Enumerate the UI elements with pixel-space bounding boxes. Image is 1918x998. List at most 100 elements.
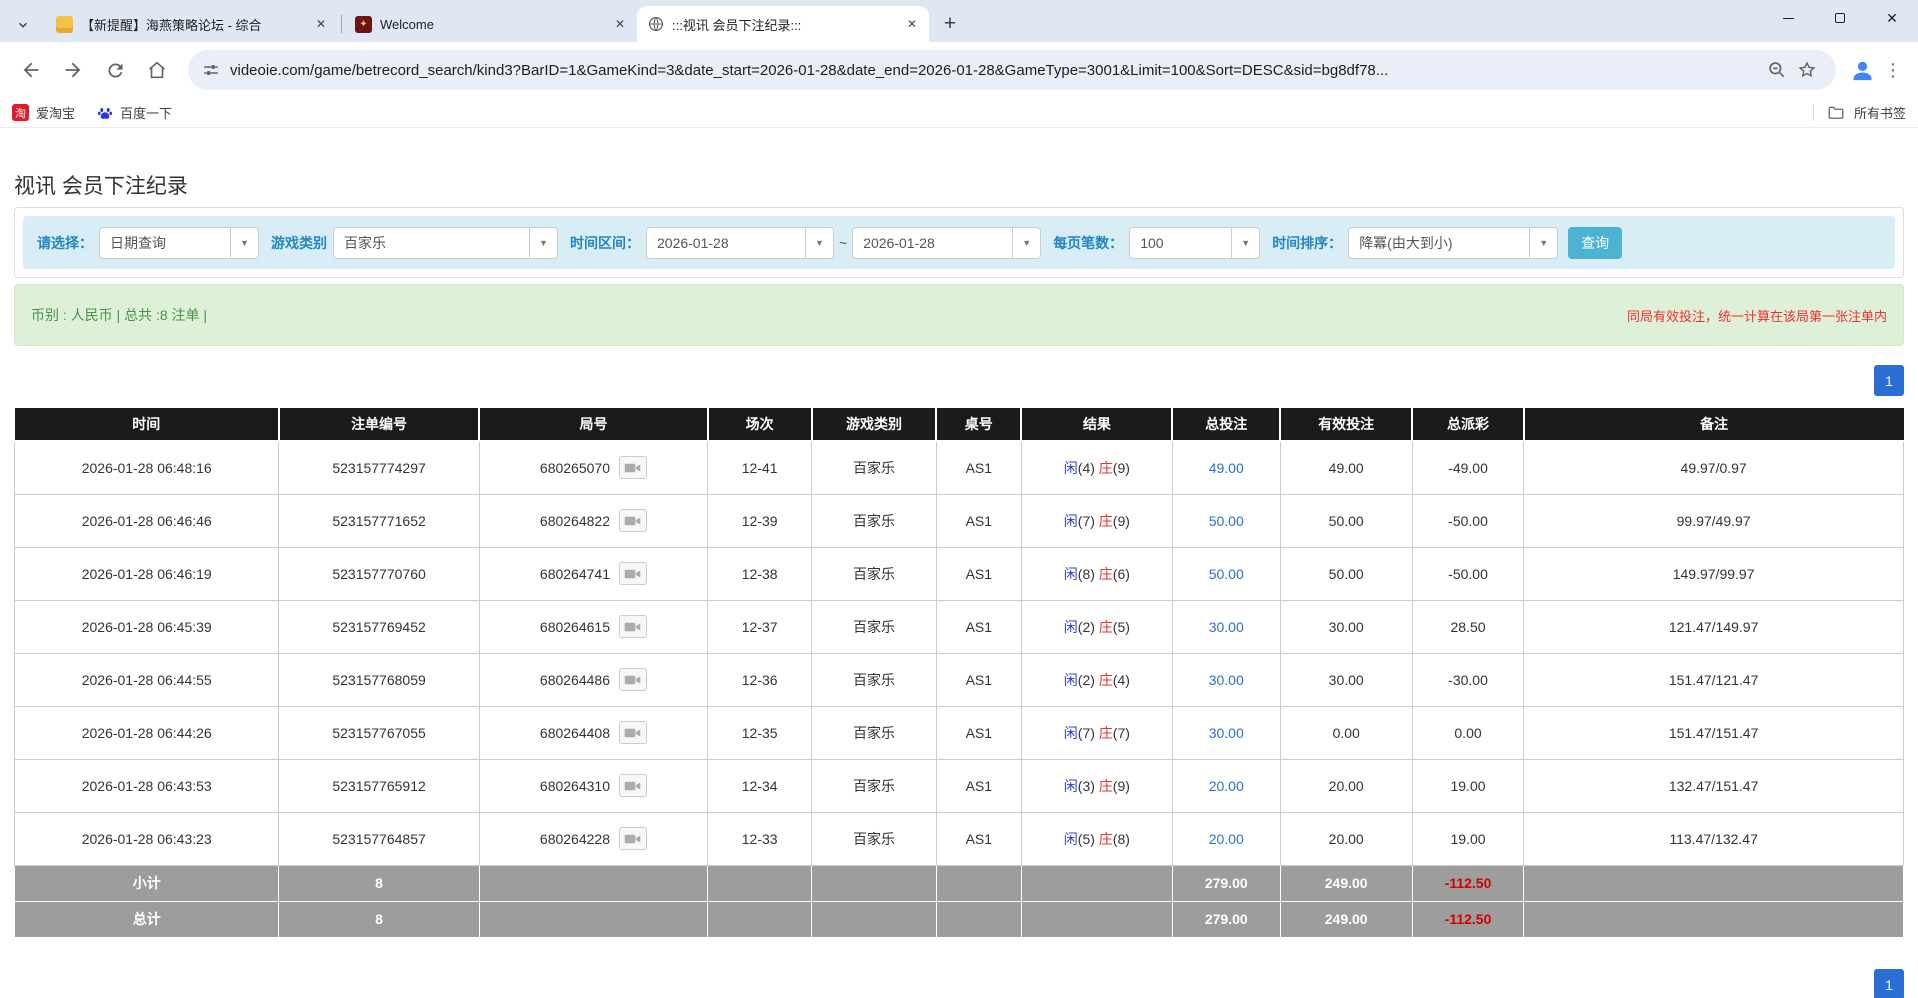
close-icon: ✕ [1886,9,1898,26]
bookmark-item[interactable]: 百度一下 [97,103,172,122]
per-page-select[interactable]: 100 ▼ [1129,226,1261,259]
query-type-select[interactable]: 日期查询 ▼ [99,226,259,259]
url-text[interactable]: videoie.com/game/betrecord_search/kind3?… [230,62,1752,79]
player-result: 闲 [1063,618,1078,635]
table-row: 2026-01-28 06:43:53 523157765912 680264310… [13,758,1904,813]
chevron-down-icon[interactable]: ▼ [805,227,833,258]
table-number-cell: AS1 [935,440,1022,495]
tab-close-icon[interactable]: ✕ [312,15,330,33]
session-cell: 12-41 [707,440,813,495]
site-settings-icon[interactable] [202,61,220,79]
sort-select[interactable]: 降冪(由大到小) ▼ [1348,226,1559,259]
game-type-cell: 百家乐 [811,440,937,495]
view-video-button[interactable] [618,668,647,691]
summary-total-bet-cell: 279.00 [1171,900,1281,938]
page-1-button[interactable]: 1 [1874,969,1904,998]
home-button[interactable] [136,49,178,91]
summary-label-cell: 小计 [13,864,280,902]
page-1-button[interactable]: 1 [1874,365,1904,396]
table-number-cell: AS1 [935,493,1022,548]
view-video-button[interactable] [618,456,647,480]
view-video-button[interactable] [618,774,647,797]
view-video-button[interactable] [618,562,647,585]
tab-close-icon[interactable]: ✕ [611,15,629,33]
valid-bet-cell: 0.00 [1279,705,1413,760]
bookmark-item[interactable]: 淘爱淘宝 [12,103,75,122]
total-bet-amount[interactable]: 30.00 [1209,672,1244,688]
game-type-select[interactable]: 百家乐 ▼ [333,226,558,259]
browser-menu-button[interactable]: ⋮ [1878,60,1908,81]
total-bet-amount[interactable]: 30.00 [1209,725,1244,741]
chevron-down-icon[interactable]: ▼ [1529,227,1557,258]
tab-title: :::视讯 会员下注纪录::: [672,17,802,33]
total-bet-amount[interactable]: 50.00 [1209,513,1244,529]
chevron-down-icon[interactable]: ▼ [529,227,557,258]
search-button[interactable]: 查询 [1568,226,1623,259]
game-type-label: 游戏类别 [271,234,327,251]
valid-bet-cell: 50.00 [1279,546,1413,601]
total-bet-amount[interactable]: 20.00 [1209,831,1244,847]
summary-label-cell: 总计 [13,900,280,938]
browser-tab[interactable]: 【新提醒】海燕策略论坛 - 综合 ✕ [46,6,338,42]
total-bet-amount[interactable]: 30.00 [1209,619,1244,635]
video-camera-icon [625,516,641,525]
column-header: 时间 [14,408,279,442]
chevron-down-icon[interactable]: ▼ [1012,227,1040,258]
empty-cell [935,900,1022,938]
round-number: 680265070 [539,459,610,476]
all-bookmarks-button[interactable]: 所有书签 [1812,103,1906,122]
date-start-select[interactable]: 2026-01-28 ▼ [646,226,834,259]
video-camera-icon [625,675,641,684]
maximize-button[interactable] [1814,0,1866,36]
minimize-button[interactable] [1762,0,1814,36]
time-cell: 2026-01-28 06:46:46 [13,493,280,548]
game-type-cell: 百家乐 [811,811,937,866]
summary-payout-cell: -112.50 [1411,864,1525,902]
new-tab-button[interactable]: + [935,9,965,39]
column-header: 游戏类别 [810,408,937,442]
address-bar[interactable]: videoie.com/game/betrecord_search/kind3?… [188,50,1836,90]
total-bet-amount[interactable]: 50.00 [1209,566,1244,582]
total-bet-cell: 20.00 [1171,811,1281,866]
chevron-down-icon[interactable]: ▼ [1231,227,1259,258]
profile-avatar-button[interactable] [1846,54,1878,86]
total-bet-amount[interactable]: 20.00 [1209,778,1244,794]
total-bet-amount[interactable]: 49.00 [1209,460,1244,476]
payout-cell: -49.00 [1411,440,1525,495]
tab-search-button[interactable] [0,8,46,42]
view-video-button[interactable] [618,615,647,638]
banker-result: 庄 [1098,830,1113,847]
date-end-select[interactable]: 2026-01-28 ▼ [852,226,1042,259]
browser-tab[interactable]: :::视讯 会员下注纪录::: ✕ [637,6,929,42]
reload-icon [107,62,122,77]
reload-button[interactable] [94,49,136,91]
back-button[interactable] [10,49,52,91]
divider [1812,104,1814,121]
round-number: 680264615 [539,618,610,635]
video-camera-icon [625,728,641,737]
bookmark-label: 百度一下 [120,106,173,121]
summary-payout-cell: -112.50 [1411,900,1525,938]
close-button[interactable]: ✕ [1866,0,1918,36]
result-cell: 闲(2) 庄(5) [1020,599,1173,654]
empty-cell [811,864,937,902]
view-video-button[interactable] [618,827,647,850]
view-video-button[interactable] [618,509,647,532]
zoom-button[interactable] [1762,55,1792,85]
bet-number-cell: 523157771652 [278,493,480,548]
person-icon [1853,61,1871,80]
result-cell: 闲(7) 庄(7) [1020,705,1173,760]
table-number-cell: AS1 [935,705,1022,760]
chevron-down-icon[interactable]: ▼ [230,227,258,258]
tab-close-icon[interactable]: ✕ [903,15,921,33]
forward-button[interactable] [52,49,94,91]
player-result: 闲 [1063,777,1078,794]
banker-result: 庄 [1098,777,1113,794]
game-type-cell: 百家乐 [811,705,937,760]
bookmark-star-button[interactable] [1792,55,1822,85]
browser-tab[interactable]: ✦ Welcome ✕ [345,6,637,42]
session-cell: 12-39 [707,493,813,548]
valid-bet-cell: 50.00 [1279,493,1413,548]
view-video-button[interactable] [618,721,647,744]
result-cell: 闲(5) 庄(8) [1020,811,1173,866]
